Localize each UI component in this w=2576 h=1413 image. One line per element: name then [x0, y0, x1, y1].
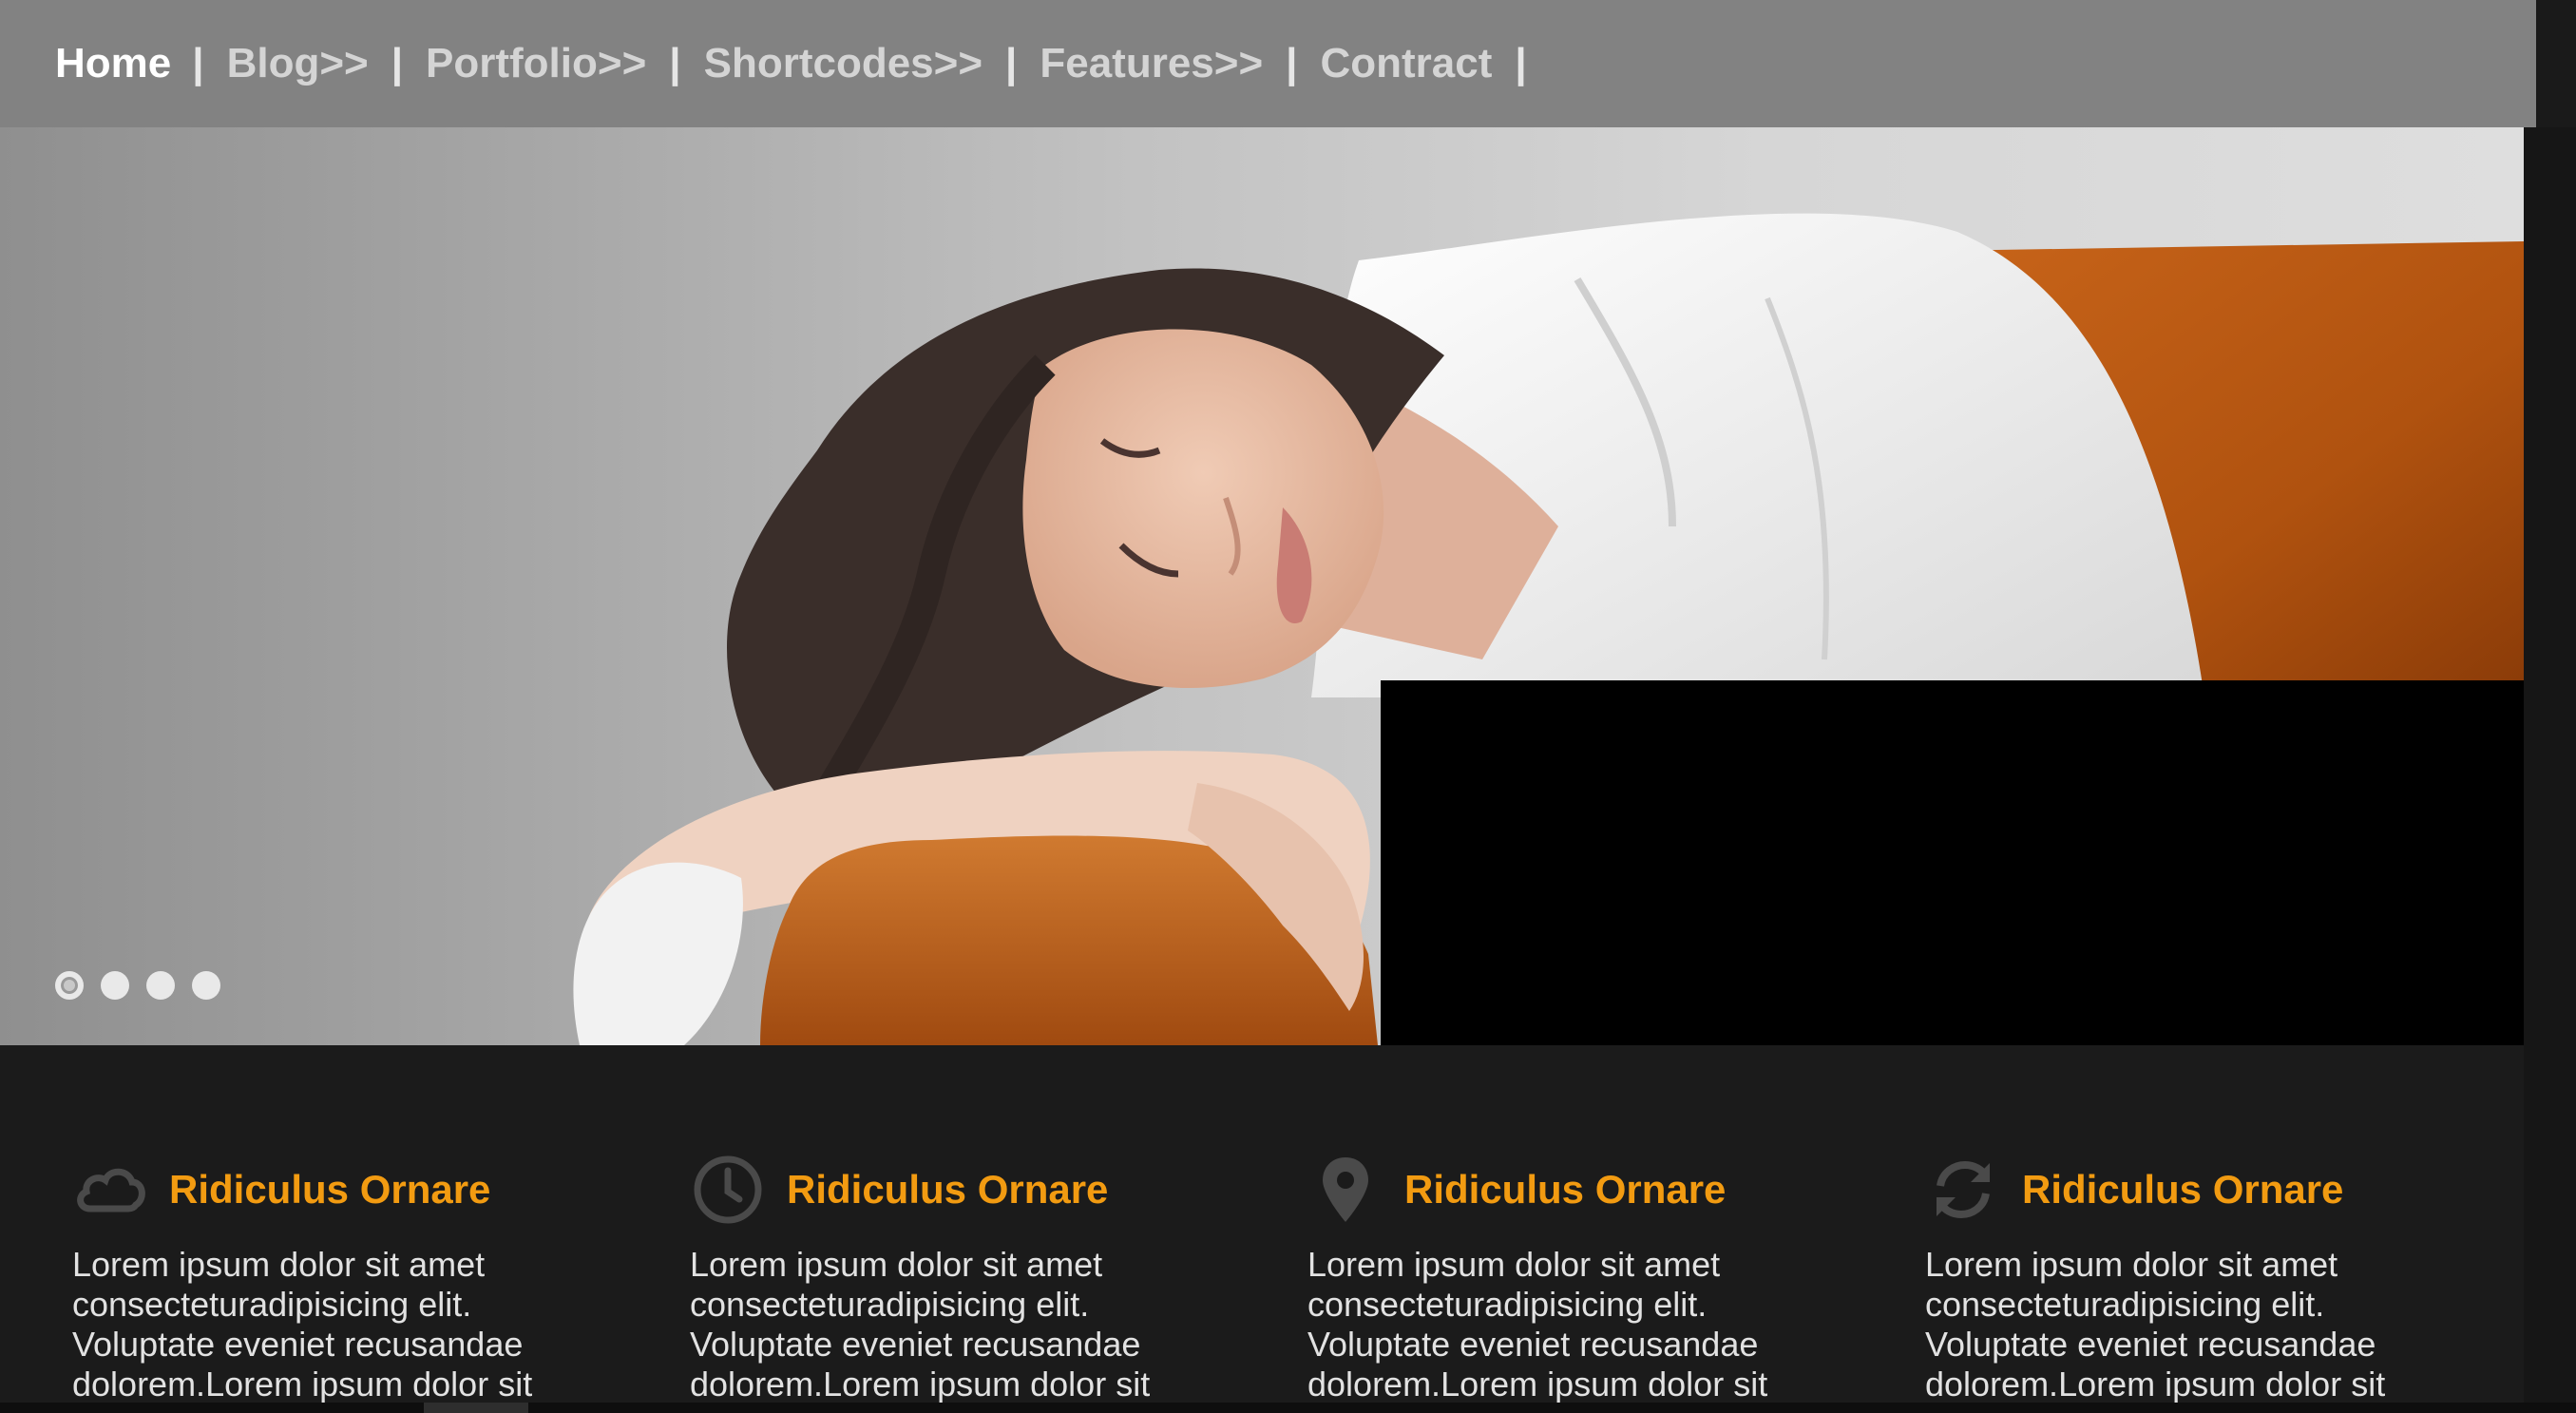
refresh-icon	[1925, 1152, 2001, 1228]
slider-dot-2[interactable]	[101, 971, 129, 1000]
feature-text: Lorem ipsum dolor sit amet consecteturad…	[1307, 1245, 1768, 1403]
feature-column: Ridiculus Ornare Lorem ipsum dolor sit a…	[72, 1152, 604, 1404]
features-section: Ridiculus Ornare Lorem ipsum dolor sit a…	[0, 1045, 2524, 1413]
nav-blog[interactable]: Blog>>	[227, 40, 369, 87]
nav-features[interactable]: Features>>	[1040, 40, 1263, 87]
slide-caption-box	[1381, 680, 2524, 1045]
feature-title: Ridiculus Ornare	[2022, 1167, 2344, 1212]
map-pin-icon	[1307, 1152, 1383, 1228]
feature-title: Ridiculus Ornare	[169, 1167, 491, 1212]
feature-text: Lorem ipsum dolor sit amet consecteturad…	[72, 1245, 533, 1403]
nav-shortcodes[interactable]: Shortcodes>>	[704, 40, 983, 87]
hero-slider[interactable]	[0, 127, 2524, 1045]
feature-column: Ridiculus Ornare Lorem ipsum dolor sit a…	[1307, 1152, 1840, 1404]
feature-text: Lorem ipsum dolor sit amet consecteturad…	[690, 1245, 1151, 1403]
nav-separator: |	[192, 40, 204, 86]
cloud-icon	[72, 1152, 148, 1228]
feature-text: Lorem ipsum dolor sit amet consecteturad…	[1925, 1245, 2386, 1403]
feature-column: Ridiculus Ornare Lorem ipsum dolor sit a…	[690, 1152, 1222, 1404]
feature-title: Ridiculus Ornare	[1404, 1167, 1727, 1212]
nav-separator: |	[1515, 40, 1527, 86]
feature-title: Ridiculus Ornare	[787, 1167, 1109, 1212]
slider-dot-1[interactable]	[55, 971, 84, 1000]
nav-separator: |	[1286, 40, 1298, 86]
nav-separator: |	[669, 40, 681, 86]
nav-contract[interactable]: Contract	[1320, 40, 1492, 87]
main-navigation: Home | Blog>> | Portfolio>> | Shortcodes…	[0, 0, 2536, 127]
nav-home[interactable]: Home	[55, 40, 171, 87]
slider-pagination	[55, 971, 220, 1000]
slider-dot-3[interactable]	[146, 971, 175, 1000]
nav-separator: |	[1005, 40, 1018, 86]
nav-edge	[2536, 0, 2576, 127]
feature-column: Ridiculus Ornare Lorem ipsum dolor sit a…	[1925, 1152, 2457, 1404]
horizontal-scrollbar[interactable]	[0, 1403, 2576, 1413]
nav-portfolio[interactable]: Portfolio>>	[426, 40, 646, 87]
slider-dot-4[interactable]	[192, 971, 220, 1000]
page-right-edge	[2524, 127, 2576, 1413]
nav-separator: |	[391, 40, 404, 86]
scrollbar-thumb[interactable]	[424, 1403, 528, 1413]
clock-icon	[690, 1152, 766, 1228]
